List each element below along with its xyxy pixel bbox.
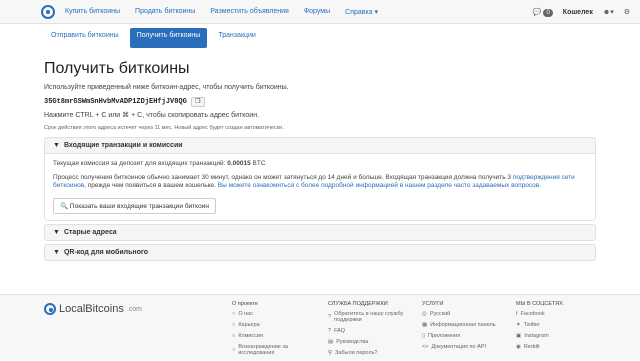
chat-icon: 💬 bbox=[532, 8, 542, 16]
footer-link[interactable]: ▦ Информационная панель bbox=[422, 322, 502, 328]
footer-col-support: СЛУЖБА ПОДДЕРЖКИ ? Обратитесь в нашу слу… bbox=[328, 301, 408, 361]
footer-col-about: О проекте ○ О нас ○ Карьера ○ Комиссия ○… bbox=[232, 301, 312, 361]
footer-link[interactable]: ? FAQ bbox=[328, 328, 408, 334]
chevron-down-icon: ▼ bbox=[53, 229, 60, 236]
nav-forums[interactable]: Форумы bbox=[304, 8, 330, 15]
page-title: Получить биткоины bbox=[44, 60, 190, 77]
nav-sell-bitcoins[interactable]: Продать биткоины bbox=[135, 8, 195, 15]
localbitcoins-logo-icon bbox=[44, 303, 56, 315]
book-icon: ▤ bbox=[328, 339, 334, 345]
footer-link[interactable]: <> Документация по API bbox=[422, 344, 502, 350]
footer-link[interactable]: ○ Комиссия bbox=[232, 333, 312, 339]
qr-code-header[interactable]: ▼ QR-код для мобильного bbox=[45, 245, 595, 260]
show-incoming-label: Показать ваши входящие транзакции биткои… bbox=[69, 203, 209, 210]
messages-button[interactable]: 💬 0 bbox=[533, 8, 553, 17]
qr-code-panel: ▼ QR-код для мобильного bbox=[44, 244, 596, 261]
show-incoming-transactions-button[interactable]: 🔍 Показать ваши входящие транзакции битк… bbox=[53, 198, 216, 214]
footer-link[interactable]: ▣ Instagram bbox=[516, 333, 596, 339]
globe-icon: ◎ bbox=[422, 311, 427, 317]
help-icon: ? bbox=[328, 314, 332, 320]
address-row: 35Gt8mrGSWmSnHvbMvADP1ZDjEHfjJV8QG ❐ bbox=[44, 97, 596, 107]
process-line: Процесс получения биткоинов обычно заним… bbox=[53, 174, 587, 190]
footer-col-title: О проекте bbox=[232, 301, 258, 307]
fee-line: Текущая комиссия за депозит для входящих… bbox=[53, 160, 587, 168]
localbitcoins-logo-icon[interactable] bbox=[41, 4, 55, 19]
fees-panel-header[interactable]: ▼ Входящие транзакции и комиссии bbox=[45, 138, 595, 153]
old-addresses-panel: ▼ Старые адреса bbox=[44, 224, 596, 241]
dashboard-icon: ▦ bbox=[422, 322, 428, 328]
footer-link[interactable]: ⚲ Забыли пароль? bbox=[328, 350, 408, 356]
help-icon: ? bbox=[328, 328, 332, 334]
fee-value: 0.00015 bbox=[227, 160, 251, 167]
qr-code-title: QR-код для мобильного bbox=[63, 249, 149, 256]
footer-link[interactable]: ○ О нас bbox=[232, 311, 312, 317]
footer-link[interactable]: ◎ Русский bbox=[422, 311, 502, 317]
messages-count-badge: 0 bbox=[543, 8, 553, 17]
footer-link[interactable]: ✦ Twitter bbox=[516, 322, 596, 328]
reddit-icon: ◉ bbox=[516, 344, 521, 350]
old-addresses-header[interactable]: ▼ Старые адреса bbox=[45, 225, 595, 240]
main-content: Получить биткоины Используйте приведенны… bbox=[0, 60, 640, 261]
footer-brand: LocalBitcoins bbox=[59, 303, 124, 315]
footer-link[interactable]: ? Обратитесь в нашу службу поддержки bbox=[328, 311, 408, 323]
chevron-down-icon: ▼ bbox=[53, 249, 60, 256]
footer-link[interactable]: ○ Карьера bbox=[232, 322, 312, 328]
code-icon: <> bbox=[422, 344, 429, 350]
footer-link[interactable]: ▯ Приложения bbox=[422, 333, 502, 339]
footer-brand-suffix: .com bbox=[126, 305, 142, 313]
gear-icon[interactable]: ⚙ bbox=[624, 8, 630, 16]
footer-col-title: СЛУЖБА ПОДДЕРЖКИ bbox=[328, 301, 388, 307]
wallet-link[interactable]: Кошелек bbox=[563, 9, 593, 16]
bitcoin-address[interactable]: 35Gt8mrGSWmSnHvbMvADP1ZDjEHfjJV8QG bbox=[44, 98, 187, 106]
intro-text: Используйте приведенный ниже биткоин-адр… bbox=[44, 84, 289, 91]
wallet-tabs: Отправить биткоины Получить биткоины Тра… bbox=[0, 24, 640, 48]
process-text-2: , прежде чем появиться в вашем кошельке. bbox=[84, 182, 216, 189]
fee-unit: BTC bbox=[252, 160, 266, 167]
footer-logo[interactable]: LocalBitcoins .com bbox=[44, 303, 142, 315]
footer-link[interactable]: ○ Вознаграждение за исследования bbox=[232, 344, 312, 356]
fees-panel-body: Текущая комиссия за депозит для входящих… bbox=[45, 153, 595, 220]
footer-col-title: УСЛУГИ bbox=[422, 301, 444, 307]
tab-send-bitcoins[interactable]: Отправить биткоины bbox=[44, 28, 126, 48]
chevron-down-icon: ▼ bbox=[53, 142, 60, 149]
instagram-icon: ▣ bbox=[516, 333, 522, 339]
faq-link[interactable]: Вы можете ознакомиться с более подробной… bbox=[218, 182, 541, 189]
footer-col-title: МЫ В СОЦСЕТЯХ bbox=[516, 301, 563, 307]
fees-panel: ▼ Входящие транзакции и комиссии Текущая… bbox=[44, 137, 596, 221]
copy-hint: Нажмите CTRL + C или ⌘ + C, чтобы скопир… bbox=[44, 112, 260, 119]
search-icon: 🔍 bbox=[60, 203, 69, 210]
copy-address-button[interactable]: ❐ bbox=[190, 97, 205, 107]
facebook-icon: f bbox=[516, 311, 518, 317]
twitter-icon: ✦ bbox=[516, 322, 521, 328]
footer: LocalBitcoins .com О проекте ○ О нас ○ Ка… bbox=[0, 294, 640, 360]
nav-right: 💬 0 Кошелек ☻▾ ⚙ bbox=[533, 0, 630, 24]
tab-transactions[interactable]: Транзакции bbox=[211, 28, 263, 48]
tab-receive-bitcoins[interactable]: Получить биткоины bbox=[129, 28, 208, 48]
footer-link[interactable]: f Facebook bbox=[516, 311, 596, 317]
footer-link[interactable]: ▤ Руководства bbox=[328, 339, 408, 345]
nav-buy-bitcoins[interactable]: Купить биткоины bbox=[65, 8, 120, 15]
address-expiry-note: Срок действия этого адреса истечет через… bbox=[44, 125, 284, 131]
fee-text: Текущая комиссия за депозит для входящих… bbox=[53, 160, 226, 167]
footer-col-social: МЫ В СОЦСЕТЯХ f Facebook ✦ Twitter ▣ Ins… bbox=[516, 301, 596, 355]
nav-post-trade[interactable]: Разместить объявления bbox=[210, 8, 289, 15]
process-text-1: Процесс получения биткоинов обычно заним… bbox=[53, 174, 512, 181]
footer-link[interactable]: ◉ Reddit bbox=[516, 344, 596, 350]
phone-icon: ▯ bbox=[422, 333, 426, 339]
fees-panel-title: Входящие транзакции и комиссии bbox=[63, 142, 183, 149]
key-icon: ⚲ bbox=[328, 350, 333, 356]
top-navbar: Купить биткоины Продать биткоины Размест… bbox=[0, 0, 640, 24]
footer-col-services: УСЛУГИ ◎ Русский ▦ Информационная панель… bbox=[422, 301, 502, 355]
nav-help-dropdown[interactable]: Справка ▾ bbox=[345, 8, 378, 16]
copy-icon: ❐ bbox=[195, 99, 201, 105]
user-menu-icon[interactable]: ☻▾ bbox=[603, 8, 614, 16]
old-addresses-title: Старые адреса bbox=[63, 229, 117, 236]
